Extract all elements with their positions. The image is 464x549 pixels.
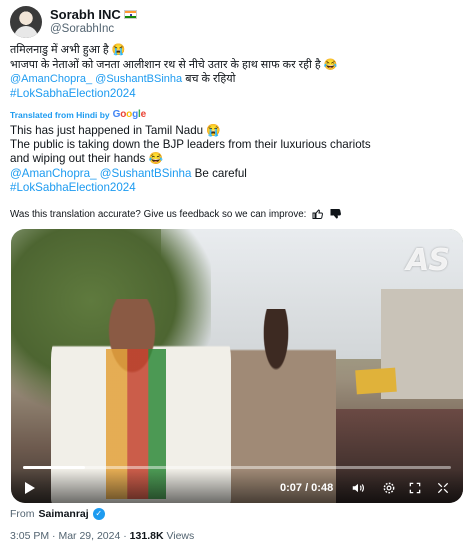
video-player[interactable]: AS 0:07 / 0:48 [11,229,463,503]
volume-icon[interactable] [351,481,365,495]
tweet-translated-text: This has just happened in Tamil Nadu 😭 T… [10,124,454,195]
thumbs-up-icon[interactable] [312,208,324,220]
mention-links-translated[interactable]: @AmanChopra_ @SushantBSinha [10,167,191,180]
verified-badge-icon: ✓ [92,508,105,520]
feedback-text: Was this translation accurate? Give us f… [10,208,307,220]
fullscreen-icon[interactable] [436,481,450,495]
expand-icon[interactable] [408,481,422,495]
video-source: From Saimanraj ✓ [10,508,105,520]
meta-separator: · [120,530,130,542]
avatar[interactable] [10,6,42,38]
video-watermark: AS [406,243,450,278]
hashtag-link[interactable]: #LokSabhaElection2024 [10,87,454,102]
google-logo: Google [112,109,147,120]
source-label: From [10,508,35,520]
video-progress-bar[interactable] [23,466,451,469]
views-label: Views [163,530,195,542]
translation-attribution[interactable]: Translated from Hindi by Google [10,109,146,120]
author-name-row: Sorabh INC [50,7,137,22]
translated-label: Translated from Hindi by [10,109,110,120]
english-mention-line: @AmanChopra_ @SushantBSinha Be careful [10,167,454,181]
play-icon[interactable] [25,482,35,494]
hindi-mention-line: @AmanChopra_ @SushantBSinha बच के रहियो [10,72,454,87]
english-mention-suffix: Be careful [191,166,247,180]
hindi-line-2: भाजपा के नेताओं को जनता आलीशान रथ से नीच… [10,58,338,71]
video-frame-sign [355,367,397,395]
thumbs-down-icon[interactable] [330,208,342,220]
hindi-line-1: तमिलनाडु में अभी हुआ है 😭 [10,44,126,56]
settings-gear-icon[interactable] [382,481,396,495]
english-line-2: The public is taking down the BJP leader… [10,138,371,152]
author-name[interactable]: Sorabh INC [50,7,121,22]
india-flag-icon [123,10,137,19]
views-count: 131.8K [129,530,164,542]
hindi-mention-suffix: बच के रहियो [182,73,236,86]
tweet-original-text: तमिलनाडु में अभी हुआ है 😭 भाजपा के नेताओ… [10,43,454,101]
mention-links[interactable]: @AmanChopra_ @SushantBSinha [10,73,182,85]
source-name[interactable]: Saimanraj [39,508,89,520]
author-handle[interactable]: @SorabhInc [50,23,114,35]
hashtag-link-translated[interactable]: #LokSabhaElection2024 [10,181,454,195]
english-line-3: and wiping out their hands 😂 [10,152,164,166]
tweet-time[interactable]: 3:05 PM [10,530,49,542]
tweet-header: Sorabh INC @SorabhInc [10,6,454,38]
translation-feedback: Was this translation accurate? Give us f… [10,208,342,220]
english-line-1: This has just happened in Tamil Nadu 😭 [10,124,221,137]
tweet-meta: 3:05 PM · Mar 29, 2024 · 131.8K Views [10,530,194,542]
tweet-date[interactable]: Mar 29, 2024 [58,530,120,542]
video-time: 0:07 / 0:48 [280,482,334,494]
video-progress-fill [23,466,86,469]
